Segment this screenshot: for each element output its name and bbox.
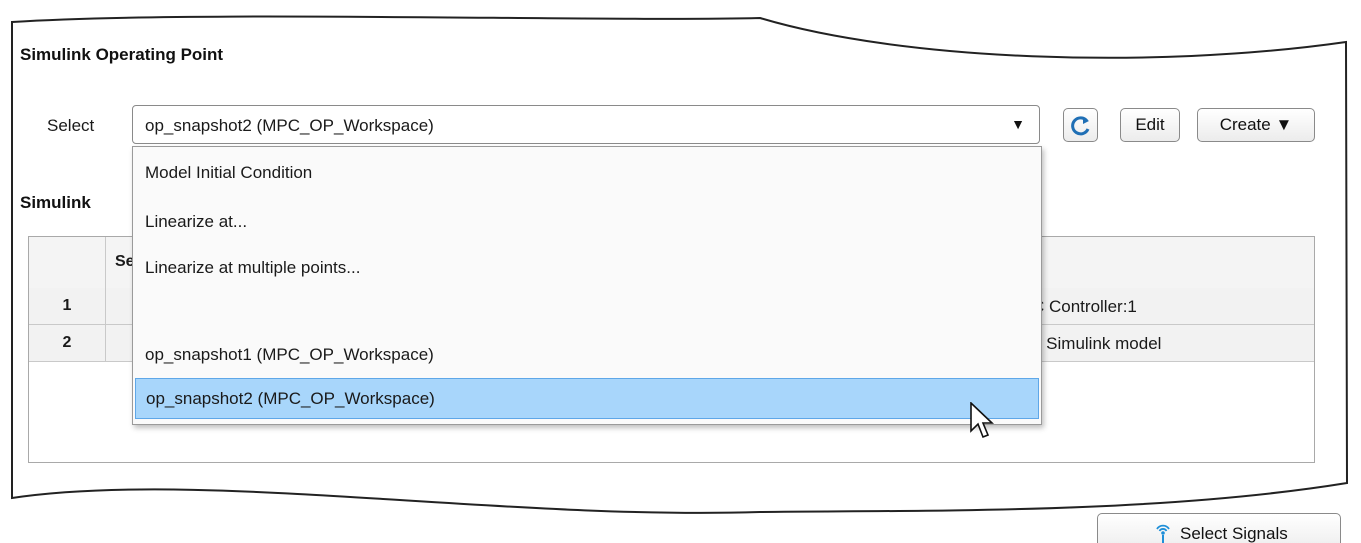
create-button[interactable]: Create ▼ [1197,108,1315,142]
dropdown-item-label: op_snapshot2 (MPC_OP_Workspace) [146,389,435,408]
operating-point-panel: Simulink Operating Point Select op_snaps… [0,0,1361,543]
row-index: 2 [29,325,106,361]
row-index: 1 [29,288,106,324]
select-label: Select [47,116,95,135]
operating-point-dropdown-list: Model Initial Condition Linearize at... … [132,146,1042,425]
dropdown-item-op-snapshot1[interactable]: op_snapshot1 (MPC_OP_Workspace) [145,345,434,365]
header-index-cell [29,237,106,288]
section-title-operating-point: Simulink Operating Point [20,45,224,64]
select-signals-label: Select Signals [1180,524,1288,543]
dropdown-item-model-initial-condition[interactable]: Model Initial Condition [145,163,312,183]
dropdown-item-linearize-multiple[interactable]: Linearize at multiple points... [145,258,360,278]
edit-button[interactable]: Edit [1120,108,1180,142]
dropdown-item-op-snapshot2[interactable]: op_snapshot2 (MPC_OP_Workspace) [135,378,1039,419]
dropdown-item-linearize-at[interactable]: Linearize at... [145,212,247,232]
chevron-down-icon: ▼ [1011,116,1025,132]
refresh-icon [1071,116,1090,136]
operating-point-combobox[interactable]: op_snapshot2 (MPC_OP_Workspace) ▼ [132,105,1040,144]
row-block-text: e Simulink model [1032,334,1162,353]
signal-antenna-icon [1156,524,1170,543]
mouse-cursor-icon [970,402,994,439]
combobox-value: op_snapshot2 (MPC_OP_Workspace) [145,116,434,135]
row-block-text: C Controller:1 [1032,297,1137,316]
select-signals-button[interactable]: Select Signals [1097,513,1341,543]
refresh-button[interactable] [1063,108,1098,142]
section-title-io: Simulink [20,193,91,212]
